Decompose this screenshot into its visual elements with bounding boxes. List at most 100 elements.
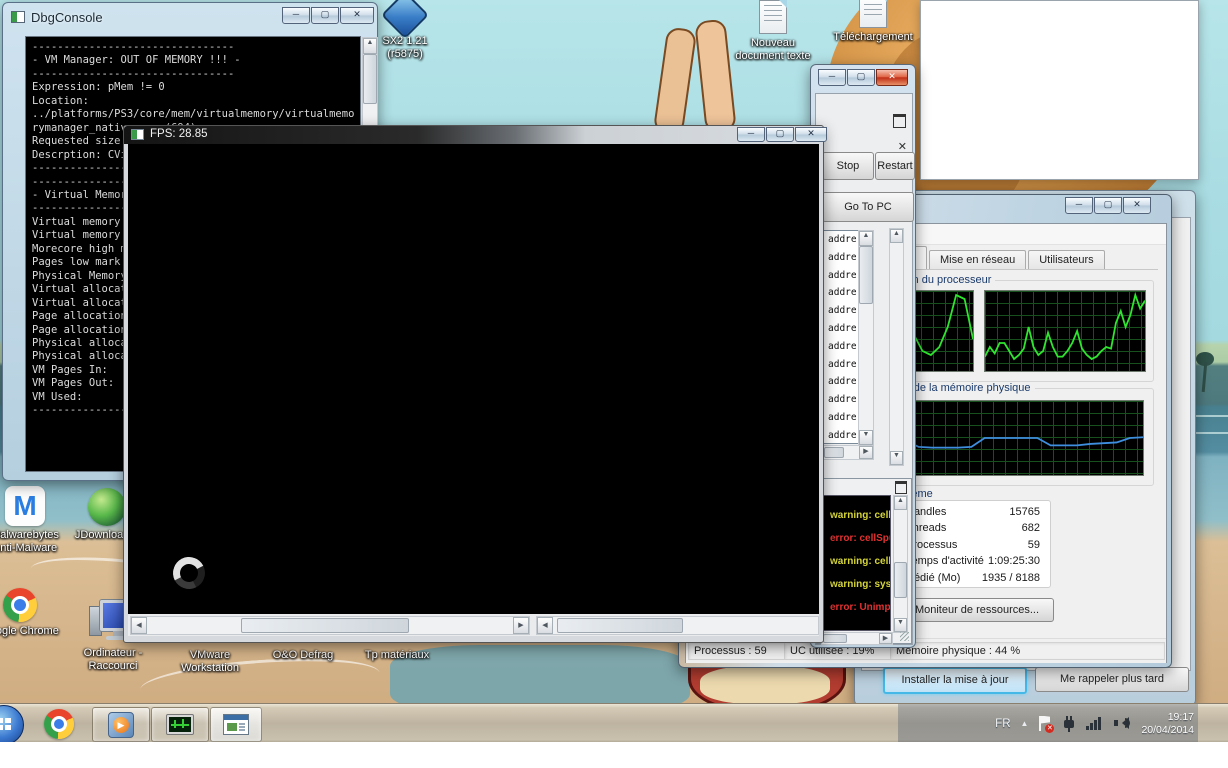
wallpaper-character-band [700, 666, 830, 704]
resource-monitor-button[interactable]: Moniteur de ressources... [900, 598, 1054, 622]
debugger-vscrollbar[interactable]: ▲ ▼ [889, 228, 904, 466]
scroll-down-button[interactable]: ▼ [890, 451, 903, 465]
sx2-emulator-icon [381, 0, 429, 39]
restart-button[interactable]: Restart [875, 152, 915, 180]
wallpaper-finger-1 [653, 26, 697, 135]
minimize-button[interactable]: ─ [1065, 197, 1093, 214]
minimize-button[interactable]: ─ [282, 7, 310, 24]
cpu-graph-2 [984, 290, 1146, 372]
scroll-thumb[interactable] [894, 562, 907, 598]
scroll-left-button[interactable]: ◀ [131, 617, 147, 634]
close-button[interactable]: ✕ [1123, 197, 1151, 214]
scroll-thumb[interactable] [823, 634, 847, 643]
install-update-button[interactable]: Installer la mise à jour [883, 667, 1027, 694]
resize-grip[interactable] [900, 632, 909, 641]
scroll-thumb[interactable] [241, 618, 409, 633]
address-list-hscrollbar[interactable]: ▶ [822, 445, 874, 460]
taskbar-clock[interactable]: 19:17 20/04/2014 [1141, 711, 1194, 737]
start-button[interactable] [0, 705, 24, 745]
mdi-maximize-icon[interactable] [895, 481, 907, 494]
icon-label: Raccourci [58, 660, 168, 673]
window-title: DbgConsole [31, 10, 103, 25]
network-signal-icon[interactable] [1086, 716, 1104, 731]
system-stats-panel: Handles15765Threads682Processus59Temps d… [895, 500, 1051, 588]
tab-mise-en-r-seau[interactable]: Mise en réseau [929, 250, 1026, 269]
scroll-thumb[interactable] [824, 447, 844, 458]
bottom-white-strip [0, 742, 1228, 768]
clock-date: 20/04/2014 [1141, 724, 1194, 737]
fps-titlebar[interactable]: FPS: 28.85 [124, 126, 823, 144]
system-stat-row: Temps d'activité1:09:25:30 [906, 553, 1040, 569]
tab-utilisateurs[interactable]: Utilisateurs [1028, 250, 1104, 269]
icon-label: Tp matériaux [342, 649, 452, 662]
scroll-right-button[interactable]: ▶ [513, 617, 529, 634]
icon-label: Nouveau [718, 37, 828, 50]
show-hidden-icons-button[interactable]: ▲ [1021, 719, 1029, 728]
system-stat-value: 1:09:25:30 [988, 553, 1040, 569]
system-stat-label: Temps d'activité [906, 553, 984, 569]
icon-label: document texte [718, 50, 828, 63]
power-plug-icon[interactable] [1062, 716, 1076, 732]
media-player-icon: ▶ [108, 712, 134, 738]
close-button[interactable]: ✕ [340, 7, 374, 24]
taskbar-button-window-app[interactable] [210, 707, 262, 742]
dbg-console-caption-buttons: ─ ▢ ✕ [281, 7, 374, 24]
scroll-thumb[interactable] [363, 54, 377, 104]
scroll-down-button[interactable]: ▼ [859, 430, 873, 445]
task-manager-caption-buttons: ─ ▢ ✕ [1064, 197, 1151, 214]
system-stat-value: 15765 [1009, 504, 1040, 520]
system-stat-row: Handles15765 [906, 504, 1040, 520]
scroll-up-button[interactable]: ▲ [363, 38, 377, 54]
volume-speaker-icon[interactable] [1114, 716, 1131, 731]
console-line: Location: [32, 95, 360, 108]
remind-later-button[interactable]: Me rappeler plus tard [1035, 667, 1189, 692]
maximize-button[interactable]: ▢ [766, 127, 794, 142]
mdi-maximize-icon[interactable] [893, 114, 906, 128]
scroll-down-button[interactable]: ▼ [894, 618, 907, 632]
system-stat-row: Dédié (Mo)1935 / 8188 [906, 570, 1040, 586]
scroll-right-button[interactable]: ▶ [859, 446, 873, 459]
taskbar-chrome-icon[interactable] [44, 709, 74, 739]
taskbar-button-task-manager[interactable] [151, 707, 209, 742]
maximize-button[interactable]: ▢ [1094, 197, 1122, 214]
log-line: error: Unimp [830, 596, 890, 619]
scroll-up-button[interactable]: ▲ [890, 229, 903, 243]
stop-button[interactable]: Stop [822, 152, 874, 180]
console-window-icon [11, 11, 25, 23]
fps-render-area[interactable] [128, 144, 819, 614]
chrome-icon [3, 588, 37, 622]
log-vscrollbar[interactable]: ▲ ▼ [893, 495, 908, 633]
close-button[interactable]: ✕ [876, 69, 908, 86]
task-manager-monitor-icon [166, 714, 194, 735]
secondary-hscrollbar[interactable]: ◀ [536, 616, 819, 635]
action-center-flag-icon[interactable]: ✕ [1038, 716, 1052, 732]
fps-caption-buttons: ─ ▢ ✕ [736, 127, 827, 142]
minimize-button[interactable]: ─ [818, 69, 846, 86]
log-hscrollbar[interactable]: ▶ [821, 632, 893, 645]
close-button[interactable]: ✕ [795, 127, 827, 142]
scroll-thumb[interactable] [557, 618, 683, 633]
goto-pc-button[interactable]: Go To PC [822, 192, 914, 222]
fps-hscrollbar[interactable]: ◀ ▶ [130, 616, 530, 635]
desktop-icon-nouveau-document[interactable]: Nouveaudocument texte [718, 0, 828, 63]
log-line: warning: sys_n [830, 573, 890, 596]
icon-label: Workstation [155, 662, 265, 675]
system-stat-value: 682 [1022, 520, 1040, 536]
maximize-button[interactable]: ▢ [311, 7, 339, 24]
language-indicator[interactable]: FR [995, 718, 1010, 730]
maximize-button[interactable]: ▢ [847, 69, 875, 86]
scroll-up-button[interactable]: ▲ [894, 496, 907, 510]
desktop-icon-telechargement[interactable]: Téléchargement [818, 0, 928, 44]
system-stat-value: 1935 / 8188 [982, 570, 1040, 586]
system-stat-row: Processus59 [906, 537, 1040, 553]
address-list-vscrollbar[interactable]: ▲ ▼ [858, 230, 874, 446]
desktop: SX2 1.21(r5875) Nouveaudocument texte Té… [0, 0, 1228, 742]
console-line: - VM Manager: OUT OF MEMORY !!! - [32, 54, 360, 67]
scroll-up-button[interactable]: ▲ [859, 231, 873, 246]
minimize-button[interactable]: ─ [737, 127, 765, 142]
taskbar-button-media-player[interactable]: ▶ [92, 707, 150, 742]
scroll-left-button[interactable]: ◀ [537, 617, 553, 634]
scroll-thumb[interactable] [859, 246, 873, 304]
scroll-right-button[interactable]: ▶ [879, 633, 892, 644]
fps-window: FPS: 28.85 ─ ▢ ✕ ◀ ▶ ◀ [123, 125, 824, 643]
